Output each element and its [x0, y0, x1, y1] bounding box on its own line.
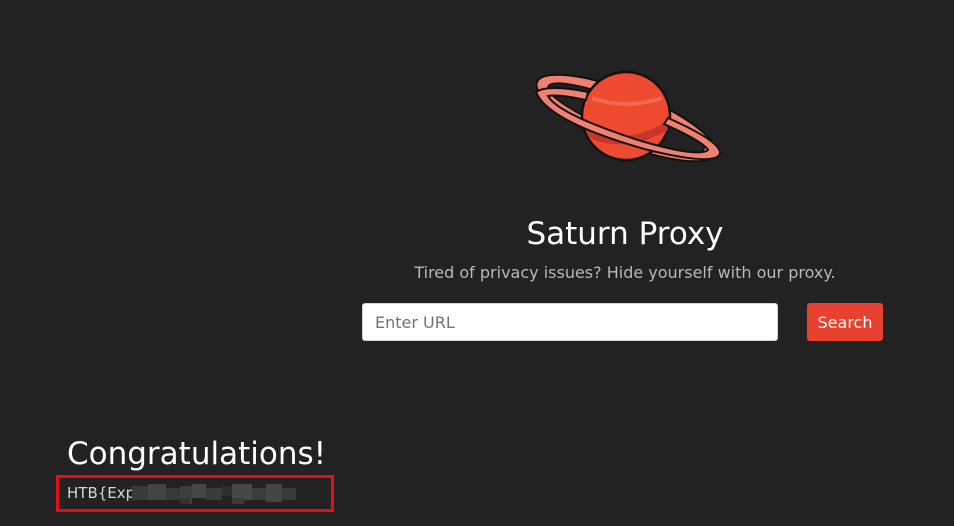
url-input[interactable] [362, 303, 778, 341]
flag-text: HTB{Exp [67, 484, 136, 502]
page-tagline: Tired of privacy issues? Hide yourself w… [414, 263, 836, 282]
flag-redaction-pixelation [132, 484, 296, 504]
congratulations-heading: Congratulations! [67, 436, 327, 472]
page-title: Saturn Proxy [526, 216, 724, 252]
search-button[interactable]: Search [807, 303, 883, 341]
page: Saturn Proxy Tired of privacy issues? Hi… [0, 0, 954, 526]
saturn-planet-icon [534, 70, 721, 163]
